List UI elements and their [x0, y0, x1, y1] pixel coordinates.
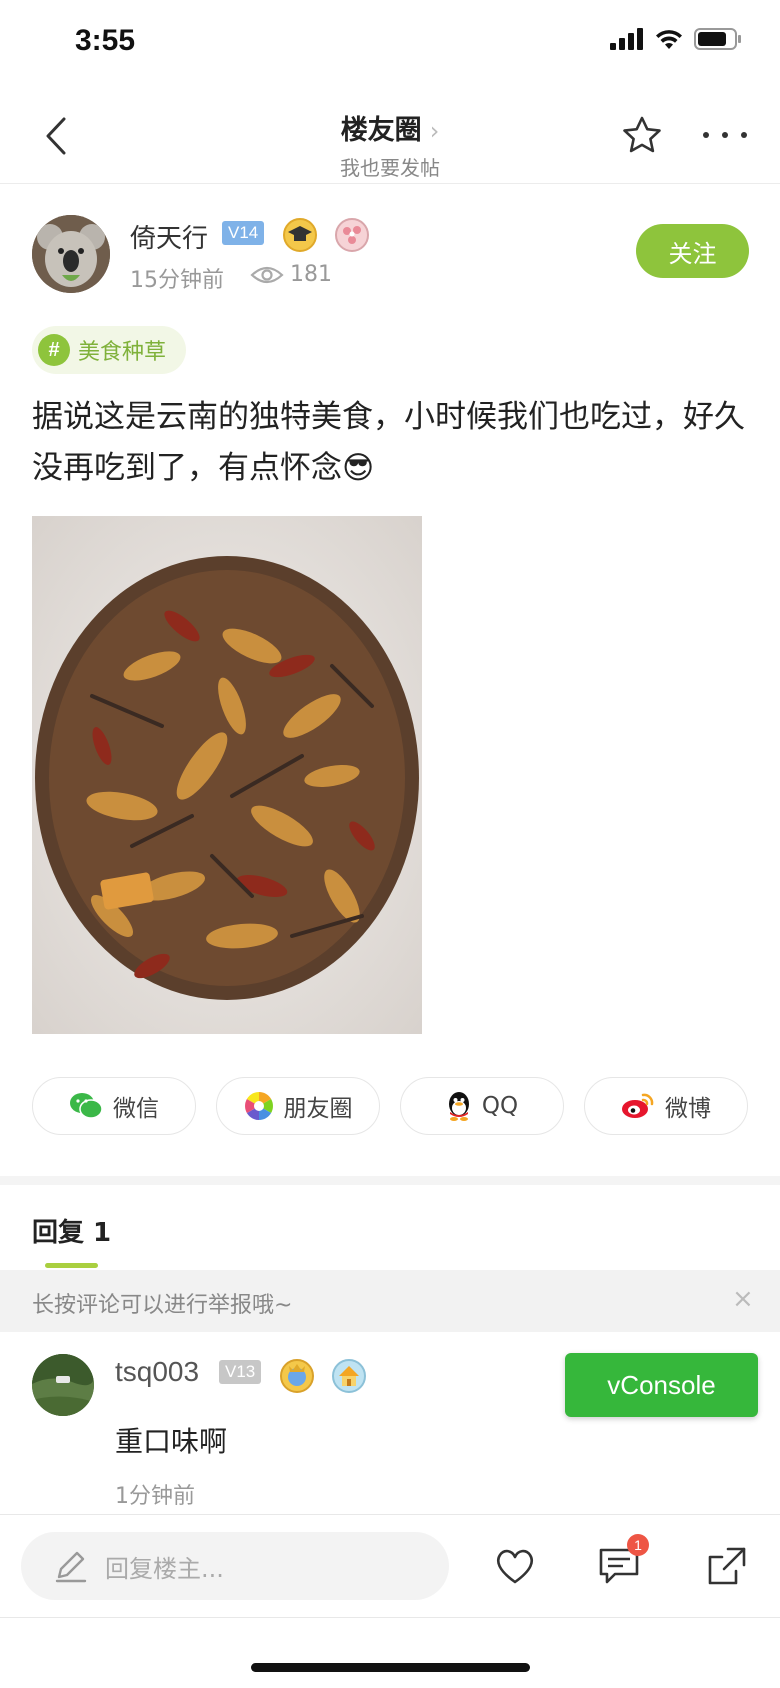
replies-tab-indicator	[45, 1263, 98, 1268]
author-avatar[interactable]	[32, 215, 110, 293]
share-moments-label: 朋友圈	[283, 1096, 353, 1122]
heart-icon[interactable]	[494, 1546, 536, 1586]
close-icon[interactable]: ×	[732, 1284, 754, 1314]
report-notice-bar: 长按评论可以进行举报哦~ ×	[0, 1270, 780, 1332]
koala-avatar-image	[32, 215, 110, 293]
comment-time: 1分钟前	[115, 1484, 195, 1509]
reply-input[interactable]: 回复楼主...	[21, 1532, 449, 1600]
replies-tab[interactable]: 回复 1	[32, 1212, 111, 1249]
moments-icon	[244, 1092, 273, 1120]
author-level-badge: V14	[222, 221, 265, 245]
section-divider	[0, 1176, 780, 1185]
wifi-icon	[656, 30, 682, 49]
comment-count-badge: 1	[627, 1534, 649, 1556]
nav-bar: 楼友圈 › 我也要发帖	[0, 100, 780, 184]
battery-icon	[694, 28, 741, 50]
share-moments-button[interactable]: 朋友圈	[216, 1077, 380, 1135]
view-count: 181	[290, 262, 332, 287]
share-qq-label: QQ	[481, 1093, 519, 1119]
commenter-level-badge: V13	[219, 1360, 262, 1384]
comment-button[interactable]: 1	[597, 1534, 649, 1590]
status-time: 3:55	[75, 24, 136, 57]
more-dot-icon	[722, 132, 728, 138]
reply-input-placeholder: 回复楼主...	[105, 1554, 224, 1583]
more-button[interactable]	[703, 118, 747, 152]
share-qq-button[interactable]: QQ	[400, 1077, 564, 1135]
favorite-button[interactable]	[620, 114, 664, 158]
share-weibo-button[interactable]: 微博	[584, 1077, 748, 1135]
blossom-medal-icon	[335, 218, 369, 252]
wechat-icon	[70, 1093, 103, 1119]
vconsole-button[interactable]: vConsole	[565, 1353, 758, 1417]
commenter-name[interactable]: tsq003	[115, 1356, 199, 1388]
post-time: 15分钟前	[130, 268, 224, 293]
eye-icon	[250, 266, 284, 284]
share-icon[interactable]	[706, 1545, 748, 1587]
signal-icon	[610, 28, 643, 50]
house-medal-icon	[332, 1359, 366, 1393]
status-icons	[610, 28, 742, 50]
star-icon	[623, 116, 661, 153]
chevron-right-icon: ›	[429, 117, 440, 145]
post-image[interactable]	[32, 516, 422, 1034]
commenter-avatar[interactable]	[32, 1354, 94, 1416]
report-notice-text: 长按评论可以进行举报哦~	[32, 1293, 293, 1318]
comment-text: 重口味啊	[115, 1425, 228, 1458]
topic-tag[interactable]: # 美食种草	[32, 326, 187, 374]
fried-insects-photo	[32, 516, 422, 1034]
qq-penguin-icon	[448, 1092, 469, 1121]
post-text: 据说这是云南的独特美食，小时候我们也吃过，好久没再吃到了，有点怀念😎	[32, 399, 745, 486]
author-name[interactable]: 倚天行	[130, 218, 208, 255]
home-indicator	[251, 1663, 530, 1672]
follow-button[interactable]: 关注	[636, 224, 749, 278]
share-weibo-label: 微博	[665, 1096, 711, 1122]
landscape-avatar-image	[32, 1354, 94, 1416]
pencil-icon	[55, 1551, 87, 1583]
more-dot-icon	[741, 132, 747, 138]
crown-medal-icon	[280, 1359, 314, 1393]
topic-label: 美食种草	[78, 340, 167, 365]
graduation-medal-icon	[283, 218, 317, 252]
share-wechat-label: 微信	[113, 1096, 159, 1122]
share-wechat-button[interactable]: 微信	[32, 1077, 196, 1135]
weibo-icon	[622, 1093, 654, 1118]
more-dot-icon	[703, 132, 709, 138]
bottom-action-bar: 回复楼主... 1	[0, 1514, 780, 1618]
nav-title[interactable]: 楼友圈	[341, 115, 422, 146]
hashtag-icon: #	[38, 334, 70, 366]
